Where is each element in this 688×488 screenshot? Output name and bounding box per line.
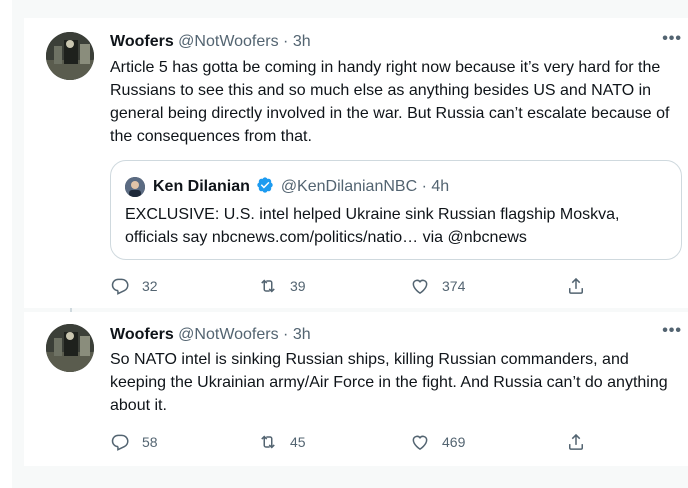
tweet[interactable]: Woofers @NotWoofers · 3h ••• Article 5 h… <box>24 18 688 308</box>
quoted-tweet[interactable]: Ken Dilanian @KenDilanianNBC · 4h EXCLUS… <box>110 160 682 260</box>
retweet-icon <box>261 279 275 293</box>
share-button[interactable] <box>566 276 586 296</box>
separator-dot: · <box>283 33 289 50</box>
author-handle[interactable]: @NotWoofers <box>178 326 278 343</box>
reply-count: 32 <box>142 278 158 294</box>
tweet-text: So NATO intel is sinking Russian ships, … <box>110 351 668 414</box>
like-count: 374 <box>442 278 466 294</box>
tweet-header: Woofers @NotWoofers · 3h <box>110 325 311 345</box>
quoted-author-handle: @KenDilanianNBC <box>280 178 418 195</box>
share-icon <box>569 433 583 450</box>
author-name[interactable]: Woofers <box>110 326 174 343</box>
retweet-icon <box>261 435 275 449</box>
retweet-button[interactable]: 45 <box>258 432 306 452</box>
quoted-text: EXCLUSIVE: U.S. intel helped Ukraine sin… <box>125 206 620 246</box>
like-button[interactable]: 469 <box>410 432 465 452</box>
reply-button[interactable]: 32 <box>110 276 158 296</box>
avatar[interactable] <box>46 324 94 372</box>
like-count: 469 <box>442 434 466 450</box>
author-handle[interactable]: @NotWoofers <box>178 33 278 50</box>
reply-icon <box>111 278 129 295</box>
avatar[interactable] <box>46 32 94 80</box>
retweet-count: 39 <box>290 278 306 294</box>
reply-count: 58 <box>142 434 158 450</box>
quoted-timestamp: 4h <box>431 178 450 195</box>
heart-icon <box>412 435 428 450</box>
reply-icon <box>111 434 129 451</box>
author-name[interactable]: Woofers <box>110 33 174 50</box>
tweet[interactable]: Woofers @NotWoofers · 3h ••• So NATO int… <box>24 312 688 466</box>
separator-dot: · <box>421 178 427 195</box>
separator-dot: · <box>283 326 289 343</box>
share-icon <box>569 277 583 294</box>
more-icon[interactable]: ••• <box>662 322 682 340</box>
retweet-button[interactable]: 39 <box>258 276 306 296</box>
tweet-timestamp[interactable]: 3h <box>293 33 311 50</box>
tweet-timestamp[interactable]: 3h <box>293 326 311 343</box>
verified-badge-icon <box>256 176 274 194</box>
timeline-feed: Woofers @NotWoofers · 3h ••• Article 5 h… <box>12 0 688 488</box>
quoted-avatar <box>125 177 145 197</box>
like-button[interactable]: 374 <box>410 276 465 296</box>
heart-icon <box>412 279 428 294</box>
reply-button[interactable]: 58 <box>110 432 158 452</box>
quoted-author-name: Ken Dilanian <box>153 178 250 195</box>
tweet-actions: 58 45 469 <box>110 432 610 454</box>
more-icon[interactable]: ••• <box>662 30 682 48</box>
tweet-actions: 32 39 374 <box>110 276 610 298</box>
tweet-header: Woofers @NotWoofers · 3h <box>110 32 311 52</box>
quoted-header: Ken Dilanian @KenDilanianNBC · 4h <box>153 176 449 197</box>
share-button[interactable] <box>566 432 586 452</box>
retweet-count: 45 <box>290 434 306 450</box>
tweet-text: Article 5 has gotta be coming in handy r… <box>110 59 670 145</box>
